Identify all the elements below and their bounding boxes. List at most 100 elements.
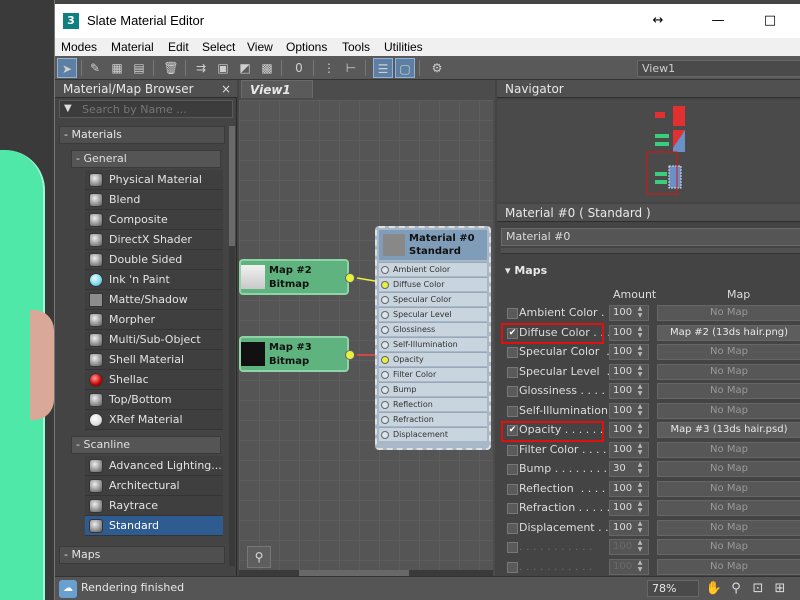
list-item[interactable]: Top/Bottom <box>85 390 223 410</box>
close-icon[interactable]: × <box>221 80 231 98</box>
list-item[interactable]: XRef Material <box>85 410 223 430</box>
minimize-button[interactable]: — <box>707 10 729 32</box>
map-button[interactable]: No Map <box>657 539 800 555</box>
menu-select[interactable]: Select <box>202 40 235 54</box>
spinner-icon[interactable]: ▲ ▼ <box>635 461 645 477</box>
map-enable-checkbox[interactable] <box>507 503 518 514</box>
material-slot[interactable]: Filter Color <box>379 367 487 381</box>
input-socket[interactable] <box>381 431 389 439</box>
delete-icon[interactable]: 🗑 <box>161 58 181 78</box>
material-slot[interactable]: Specular Level <box>379 307 487 321</box>
options-dropdown-icon[interactable]: ▼ <box>64 103 72 114</box>
spinner-icon[interactable]: ▲ ▼ <box>635 383 645 399</box>
material-name-field[interactable]: Material #0 <box>501 228 800 246</box>
material-slot[interactable]: Diffuse Color <box>379 277 487 291</box>
map-button[interactable]: No Map <box>657 500 800 516</box>
zoom-level[interactable]: 78% <box>647 580 699 597</box>
list-item[interactable]: Raytrace <box>85 496 223 516</box>
list-item[interactable]: Ink 'n Paint <box>85 270 223 290</box>
list-item[interactable]: Physical Material <box>85 170 223 190</box>
input-socket[interactable] <box>381 371 389 379</box>
list-item[interactable]: Matte/Shadow <box>85 290 223 310</box>
list-item[interactable]: Blend <box>85 190 223 210</box>
spinner-icon[interactable]: ▲ ▼ <box>635 481 645 497</box>
maps-rollout-header[interactable]: ▾ Maps <box>505 264 547 277</box>
menu-edit[interactable]: Edit <box>168 40 189 54</box>
map-button[interactable]: Map #2 (13ds hair.png) <box>657 324 800 341</box>
map-button[interactable]: No Map <box>657 363 800 380</box>
menu-tools[interactable]: Tools <box>342 40 370 54</box>
map-node-map2[interactable]: Map #2 Bitmap <box>239 259 355 295</box>
select-tool-icon[interactable]: ⚙ <box>427 58 447 78</box>
output-socket[interactable] <box>345 350 355 360</box>
menu-modes[interactable]: Modes <box>61 40 97 54</box>
layout-icon[interactable]: ⊢ <box>341 58 361 78</box>
map-button[interactable]: No Map <box>657 480 800 497</box>
map-button[interactable]: No Map <box>657 402 800 419</box>
material-slot[interactable]: Self-Illumination <box>379 337 487 351</box>
spinner-icon[interactable]: ▲ ▼ <box>635 559 645 575</box>
move-children-icon[interactable]: ⇉ <box>191 58 211 78</box>
node-canvas[interactable]: Map #2 Bitmap Map #3 Bitmap Material #0 … <box>239 100 493 576</box>
list-item[interactable]: Shell Material <box>85 350 223 370</box>
pan-hand-icon[interactable]: ✋ <box>705 579 723 599</box>
map-enable-checkbox[interactable] <box>507 386 518 397</box>
input-socket[interactable] <box>381 311 389 319</box>
maximize-button[interactable]: □ <box>759 10 781 32</box>
menu-utilities[interactable]: Utilities <box>384 40 423 54</box>
material-slot[interactable]: Specular Color <box>379 292 487 306</box>
view-selector[interactable]: View1 <box>637 60 800 77</box>
map-node-map3[interactable]: Map #3 Bitmap <box>239 336 355 372</box>
list-item[interactable]: Architectural <box>85 476 223 496</box>
list-item[interactable]: Shellac <box>85 370 223 390</box>
spinner-icon[interactable]: ▲ ▼ <box>635 403 645 419</box>
material-slot[interactable]: Displacement <box>379 427 487 441</box>
input-socket[interactable] <box>381 266 389 274</box>
show-navigator-icon[interactable]: ▢ <box>395 58 415 78</box>
spinner-icon[interactable]: ▲ ▼ <box>635 364 645 380</box>
map-enable-checkbox[interactable] <box>507 347 518 358</box>
menu-options[interactable]: Options <box>286 40 327 54</box>
output-socket[interactable] <box>345 273 355 283</box>
material-slot[interactable]: Glossiness <box>379 322 487 336</box>
map-enable-checkbox[interactable] <box>507 464 518 475</box>
spinner-icon[interactable]: ▲ ▼ <box>635 305 645 321</box>
category-scanline[interactable]: - Scanline <box>71 436 221 454</box>
input-socket[interactable] <box>381 296 389 304</box>
zoom-icon[interactable]: ⚲ <box>727 579 745 599</box>
material-node[interactable]: Material #0 Standard Ambient Color Diffus… <box>375 226 491 450</box>
pan-icon[interactable]: ⚲ <box>247 546 271 568</box>
input-socket[interactable] <box>381 341 389 349</box>
title-bar[interactable]: 3 Slate Material Editor ↔ — □ <box>55 4 800 38</box>
material-id-icon[interactable]: 0 <box>289 58 309 78</box>
map-button[interactable]: No Map <box>657 519 800 536</box>
spinner-icon[interactable]: ▲ ▼ <box>635 325 645 341</box>
select-arrow-icon[interactable]: ➤ <box>57 58 77 78</box>
list-item[interactable]: Advanced Lighting... <box>85 456 223 476</box>
map-enable-checkbox[interactable] <box>507 542 518 553</box>
pick-material-icon[interactable]: ▦ <box>107 58 127 78</box>
eyedropper-icon[interactable]: ✎ <box>85 58 105 78</box>
material-slot[interactable]: Opacity <box>379 352 487 366</box>
map-button[interactable]: No Map <box>657 344 800 360</box>
map-button[interactable]: No Map <box>657 441 800 458</box>
tab-view1[interactable]: View1 <box>241 80 313 98</box>
zoom-region-icon[interactable]: ⊡ <box>749 579 767 599</box>
show-map-icon[interactable]: ◩ <box>235 58 255 78</box>
category-maps[interactable]: - Maps <box>59 546 225 564</box>
select-by-material-icon[interactable]: ⋮ <box>319 58 339 78</box>
spinner-icon[interactable]: ▲ ▼ <box>635 500 645 516</box>
map-enable-checkbox[interactable] <box>507 483 518 495</box>
list-item[interactable]: Morpher <box>85 310 223 330</box>
input-socket[interactable] <box>381 416 389 424</box>
zoom-extents-icon[interactable]: ⊞ <box>771 579 789 599</box>
material-slot[interactable]: Refraction <box>379 412 487 426</box>
map-enable-checkbox[interactable] <box>507 366 518 378</box>
navigator-view[interactable] <box>497 100 800 202</box>
search-input[interactable] <box>82 102 230 116</box>
menu-view[interactable]: View <box>247 40 273 54</box>
map-enable-checkbox[interactable] <box>507 561 518 573</box>
list-item[interactable]: Composite <box>85 210 223 230</box>
spinner-icon[interactable]: ▲ ▼ <box>635 539 645 555</box>
map-enable-checkbox[interactable] <box>507 444 518 456</box>
